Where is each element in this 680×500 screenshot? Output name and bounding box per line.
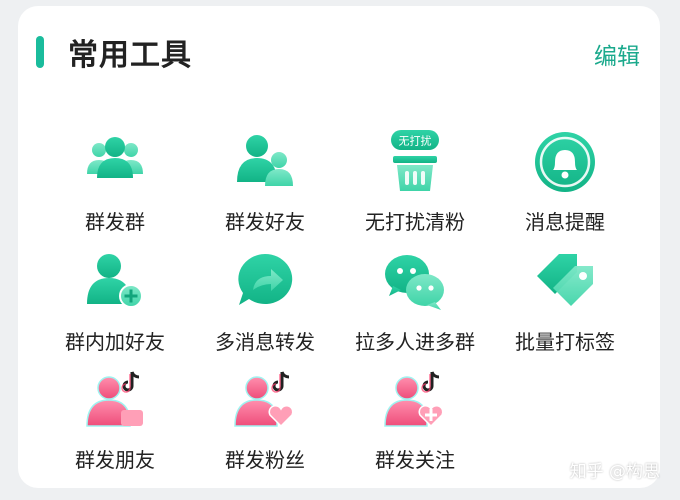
bell-icon bbox=[535, 132, 595, 192]
douyin-fans-icon bbox=[234, 371, 294, 428]
tool-label: 多消息转发 bbox=[215, 330, 315, 354]
forward-icon bbox=[238, 253, 293, 305]
trash-icon: 无打扰 bbox=[391, 130, 439, 191]
chat-icon bbox=[385, 255, 444, 310]
douyin-friend-icon bbox=[86, 371, 143, 427]
tool-douyin-follow[interactable]: 群发关注 bbox=[340, 368, 490, 480]
quiet-badge-text: 无打扰 bbox=[399, 134, 432, 148]
tool-add-group-friends[interactable]: 群内加好友 bbox=[40, 250, 190, 362]
tool-message-reminder[interactable]: 消息提醒 bbox=[490, 130, 640, 242]
douyin-follow-icon bbox=[384, 371, 444, 428]
tool-label: 批量打标签 bbox=[515, 330, 615, 354]
tool-label: 无打扰清粉 bbox=[365, 210, 465, 234]
tool-label: 群发关注 bbox=[375, 448, 455, 472]
tool-multi-forward[interactable]: 多消息转发 bbox=[190, 250, 340, 362]
add-friend-icon bbox=[87, 254, 143, 308]
tool-quiet-clean[interactable]: 无打扰 无打扰清粉 bbox=[340, 130, 490, 242]
tool-label: 拉多人进多群 bbox=[355, 330, 475, 354]
tool-friends-broadcast[interactable]: 群发好友 bbox=[190, 130, 340, 242]
tool-label: 群发朋友 bbox=[75, 448, 155, 472]
tool-douyin-friends[interactable]: 群发朋友 bbox=[40, 368, 190, 480]
watermark: 知乎 @构思 bbox=[569, 462, 660, 482]
friends-icon bbox=[237, 135, 293, 186]
tool-label: 消息提醒 bbox=[525, 210, 605, 234]
group-icon bbox=[87, 137, 143, 178]
tool-label: 群发好友 bbox=[225, 210, 305, 234]
tag-icon bbox=[537, 254, 593, 306]
tool-group-broadcast[interactable]: 群发群 bbox=[40, 130, 190, 242]
tool-label: 群内加好友 bbox=[65, 330, 165, 354]
tool-batch-tag[interactable]: 批量打标签 bbox=[490, 250, 640, 362]
tool-grid: 群发群 群发好友 无打扰 无打扰清粉 消息提醒 群内加好友 多消息转发 拉多人进… bbox=[18, 6, 660, 488]
tool-pull-into-groups[interactable]: 拉多人进多群 bbox=[340, 250, 490, 362]
tools-card: 常用工具 编辑 群发群 群发好友 无打扰 无打扰清粉 消息提醒 群内加好友 多消… bbox=[18, 6, 660, 488]
tool-label: 群发粉丝 bbox=[225, 448, 305, 472]
tool-douyin-fans[interactable]: 群发粉丝 bbox=[190, 368, 340, 480]
tool-label: 群发群 bbox=[85, 210, 145, 234]
